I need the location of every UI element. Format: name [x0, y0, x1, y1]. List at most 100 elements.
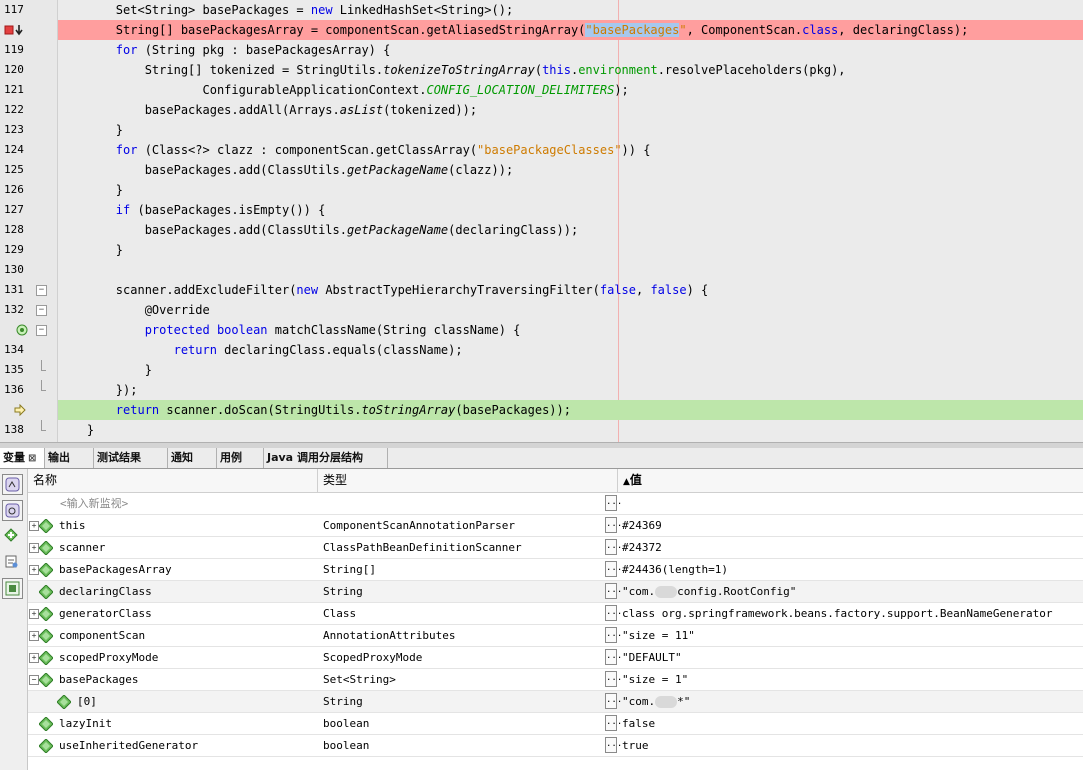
variable-value[interactable]: #24369 — [622, 515, 662, 536]
gutter-line[interactable]: 138 — [0, 420, 57, 440]
variable-row[interactable]: lazyInit boolean... false — [28, 713, 1083, 735]
variable-value[interactable]: true — [622, 735, 649, 756]
breakpoint-line[interactable]: String[] basePackagesArray = componentSc… — [58, 20, 1083, 40]
editor-gutter[interactable]: 117 119 120 121 122 123 124 125 126 127 128 129 130 1… — [0, 0, 58, 442]
expand-toggle[interactable]: + — [29, 521, 39, 531]
gutter-line[interactable]: 130 — [0, 260, 57, 280]
gutter-line[interactable]: 121 — [0, 80, 57, 100]
ellipsis-button[interactable]: ... — [605, 671, 622, 687]
gutter-line[interactable]: 126 — [0, 180, 57, 200]
tab-test-results[interactable]: 测试结果 — [94, 448, 168, 468]
expand-toggle[interactable]: + — [29, 631, 39, 641]
variable-row[interactable]: + basePackagesArray String[]... #24436(leng… — [28, 559, 1083, 581]
gutter-line[interactable]: 135 — [0, 360, 57, 380]
tab-output[interactable]: 输出 — [45, 448, 94, 468]
gutter-line[interactable]: 122 — [0, 100, 57, 120]
variable-value[interactable]: "DEFAULT" — [622, 647, 682, 668]
variable-row[interactable]: + componentScan AnnotationAttributes... "si… — [28, 625, 1083, 647]
gutter-line[interactable]: 123 — [0, 120, 57, 140]
tab-java-call-hierarchy[interactable]: Java 调用分层结构 — [264, 448, 388, 468]
fold-toggle[interactable]: − — [36, 305, 47, 316]
code-line[interactable]: scanner.addExcludeFilter(new AbstractTyp… — [58, 280, 1083, 300]
expand-toggle[interactable]: + — [29, 565, 39, 575]
gutter-line[interactable]: 131 − — [0, 280, 57, 300]
code-line[interactable]: Set<String> basePackages = new LinkedHas… — [58, 0, 1083, 20]
tab-notifications[interactable]: 通知 — [168, 448, 217, 468]
gutter-line[interactable]: 125 — [0, 160, 57, 180]
ellipsis-button[interactable]: ... — [605, 693, 622, 709]
breakpoint-icon[interactable] — [4, 24, 24, 39]
variable-settings-button[interactable] — [2, 552, 23, 573]
variable-row[interactable]: + scanner ClassPathBeanDefinitionScanner..… — [28, 537, 1083, 559]
column-header-type[interactable]: 类型 — [318, 469, 618, 492]
ellipsis-button[interactable]: ... — [605, 715, 622, 731]
variable-value[interactable]: "com. *" — [622, 691, 690, 712]
gutter-line[interactable]: 136 — [0, 380, 57, 400]
variable-value[interactable]: "size = 11" — [622, 625, 695, 646]
variable-row[interactable]: + scopedProxyMode ScopedProxyMode... "DEFAU… — [28, 647, 1083, 669]
gutter-line[interactable]: 132 − — [0, 300, 57, 320]
ellipsis-button[interactable]: ... — [605, 539, 622, 555]
new-watch-placeholder[interactable]: <输入新监视> — [60, 493, 128, 514]
show-watches-button[interactable] — [2, 500, 23, 521]
gutter-line[interactable]: 128 — [0, 220, 57, 240]
code-line[interactable]: String[] tokenized = StringUtils.tokeniz… — [58, 60, 1083, 80]
code-line[interactable]: protected boolean matchClassName(String … — [58, 320, 1083, 340]
ellipsis-button[interactable]: ... — [605, 605, 622, 621]
close-icon[interactable]: ⊠ — [28, 453, 36, 464]
fold-toggle[interactable]: − — [36, 325, 47, 336]
new-watch-row[interactable]: <输入新监视> ... — [28, 493, 1083, 515]
code-line[interactable]: for (Class<?> clazz : componentScan.getC… — [58, 140, 1083, 160]
code-line[interactable]: @Override — [58, 300, 1083, 320]
override-marker-icon[interactable] — [16, 324, 28, 339]
gutter-line[interactable]: 129 — [0, 240, 57, 260]
tab-variables[interactable]: 变量 ⊠ — [0, 448, 45, 468]
code-line[interactable]: if (basePackages.isEmpty()) { — [58, 200, 1083, 220]
ellipsis-button[interactable]: ... — [605, 649, 622, 665]
show-values-as-button[interactable] — [2, 578, 23, 599]
gutter-line[interactable]: − — [0, 320, 57, 340]
variable-value[interactable]: false — [622, 713, 655, 734]
code-line[interactable]: basePackages.add(ClassUtils.getPackageNa… — [58, 220, 1083, 240]
variable-row[interactable]: − basePackages Set<String>... "size = 1" — [28, 669, 1083, 691]
variable-row[interactable]: declaringClass String... "com. config.RootC… — [28, 581, 1083, 603]
variable-row[interactable]: + this ComponentScanAnnotationParser... #24… — [28, 515, 1083, 537]
column-header-value[interactable]: ▲值 — [618, 469, 1083, 492]
expand-toggle[interactable]: + — [29, 543, 39, 553]
variable-value[interactable]: class org.springframework.beans.factory.… — [622, 603, 1052, 624]
column-header-name[interactable]: 名称 — [28, 469, 318, 492]
code-line[interactable]: } — [58, 360, 1083, 380]
current-execution-line[interactable]: return scanner.doScan(StringUtils.toStri… — [58, 400, 1083, 420]
code-line[interactable]: }); — [58, 380, 1083, 400]
variable-row[interactable]: useInheritedGenerator boolean... true — [28, 735, 1083, 757]
gutter-line[interactable]: 117 — [0, 0, 57, 20]
gutter-line[interactable]: 119 — [0, 40, 57, 60]
fold-toggle[interactable]: − — [36, 285, 47, 296]
ellipsis-button[interactable]: ... — [605, 561, 622, 577]
variable-value[interactable]: #24372 — [622, 537, 662, 558]
gutter-line[interactable]: 124 — [0, 140, 57, 160]
code-line[interactable]: } — [58, 120, 1083, 140]
ellipsis-button[interactable]: ... — [605, 517, 622, 533]
code-line[interactable]: for (String pkg : basePackagesArray) { — [58, 40, 1083, 60]
ellipsis-button[interactable]: ... — [605, 737, 622, 753]
expand-toggle[interactable]: + — [29, 609, 39, 619]
variable-row[interactable]: + generatorClass Class... class org.springf… — [28, 603, 1083, 625]
expand-toggle[interactable]: − — [29, 675, 39, 685]
new-watch-button[interactable] — [2, 526, 23, 547]
gutter-line[interactable]: 134 — [0, 340, 57, 360]
show-variables-button[interactable] — [2, 474, 23, 495]
ellipsis-button[interactable]: ... — [605, 627, 622, 643]
code-line[interactable]: } — [58, 180, 1083, 200]
variable-row[interactable]: [0] String... "com. *" — [28, 691, 1083, 713]
code-editor[interactable]: 117 119 120 121 122 123 124 125 126 127 128 129 130 1… — [0, 0, 1083, 442]
variable-value[interactable]: #24436(length=1) — [622, 559, 728, 580]
code-line[interactable]: return declaringClass.equals(className); — [58, 340, 1083, 360]
variable-value[interactable]: "size = 1" — [622, 669, 688, 690]
gutter-line[interactable]: 120 — [0, 60, 57, 80]
code-line[interactable]: basePackages.addAll(Arrays.asList(tokeni… — [58, 100, 1083, 120]
ellipsis-button[interactable]: ... — [605, 583, 622, 599]
gutter-line[interactable] — [0, 20, 57, 40]
code-line[interactable]: } — [58, 420, 1083, 440]
gutter-line[interactable] — [0, 400, 57, 420]
